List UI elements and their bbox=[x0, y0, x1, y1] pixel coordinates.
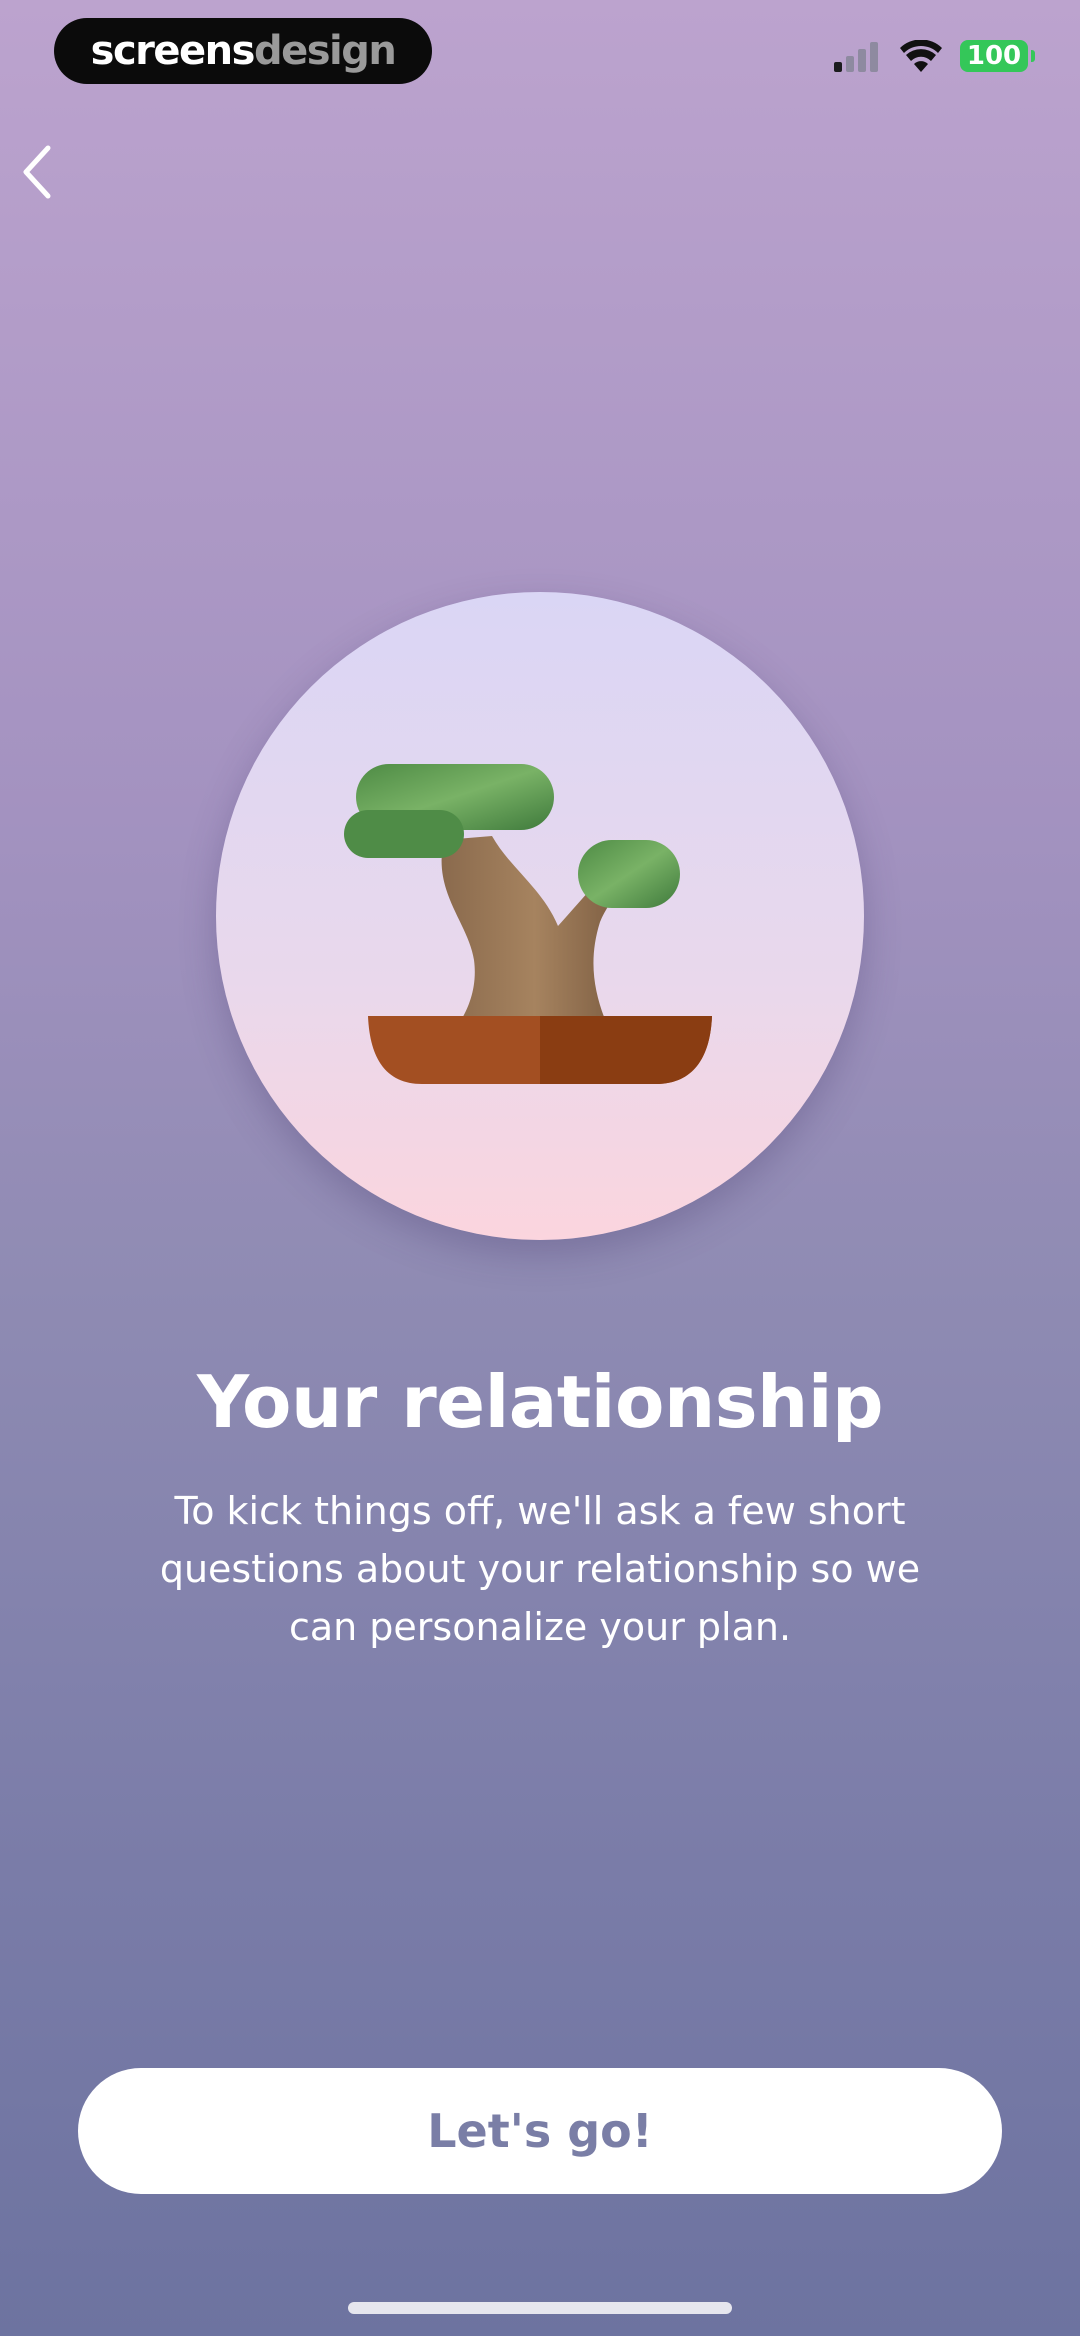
screensdesign-watermark: screens design bbox=[54, 18, 432, 84]
watermark-word-screens: screens bbox=[90, 28, 256, 74]
watermark-word-design: design bbox=[253, 28, 397, 74]
hero-illustration-circle bbox=[216, 592, 864, 1240]
lets-go-button[interactable]: Let's go! bbox=[78, 2068, 1002, 2194]
description-line-1: To kick things off, we'll ask a few shor… bbox=[174, 1489, 906, 1533]
page-title: Your relationship bbox=[196, 1360, 884, 1444]
home-indicator[interactable] bbox=[348, 2302, 732, 2314]
back-button[interactable] bbox=[14, 142, 64, 202]
status-bar: 100 bbox=[832, 40, 1035, 72]
description-line-3: can personalize your plan. bbox=[288, 1605, 792, 1649]
battery-level: 100 bbox=[966, 41, 1022, 71]
description-line-2: questions about your relationship so we bbox=[159, 1547, 921, 1591]
chevron-left-icon bbox=[23, 145, 51, 199]
bonsai-tree-illustration bbox=[344, 764, 712, 1084]
wifi-icon bbox=[900, 40, 942, 72]
signal-icon bbox=[834, 42, 878, 72]
battery-icon: 100 bbox=[960, 40, 1035, 72]
page-description: To kick things off, we'll ask a few shor… bbox=[150, 1482, 930, 1656]
